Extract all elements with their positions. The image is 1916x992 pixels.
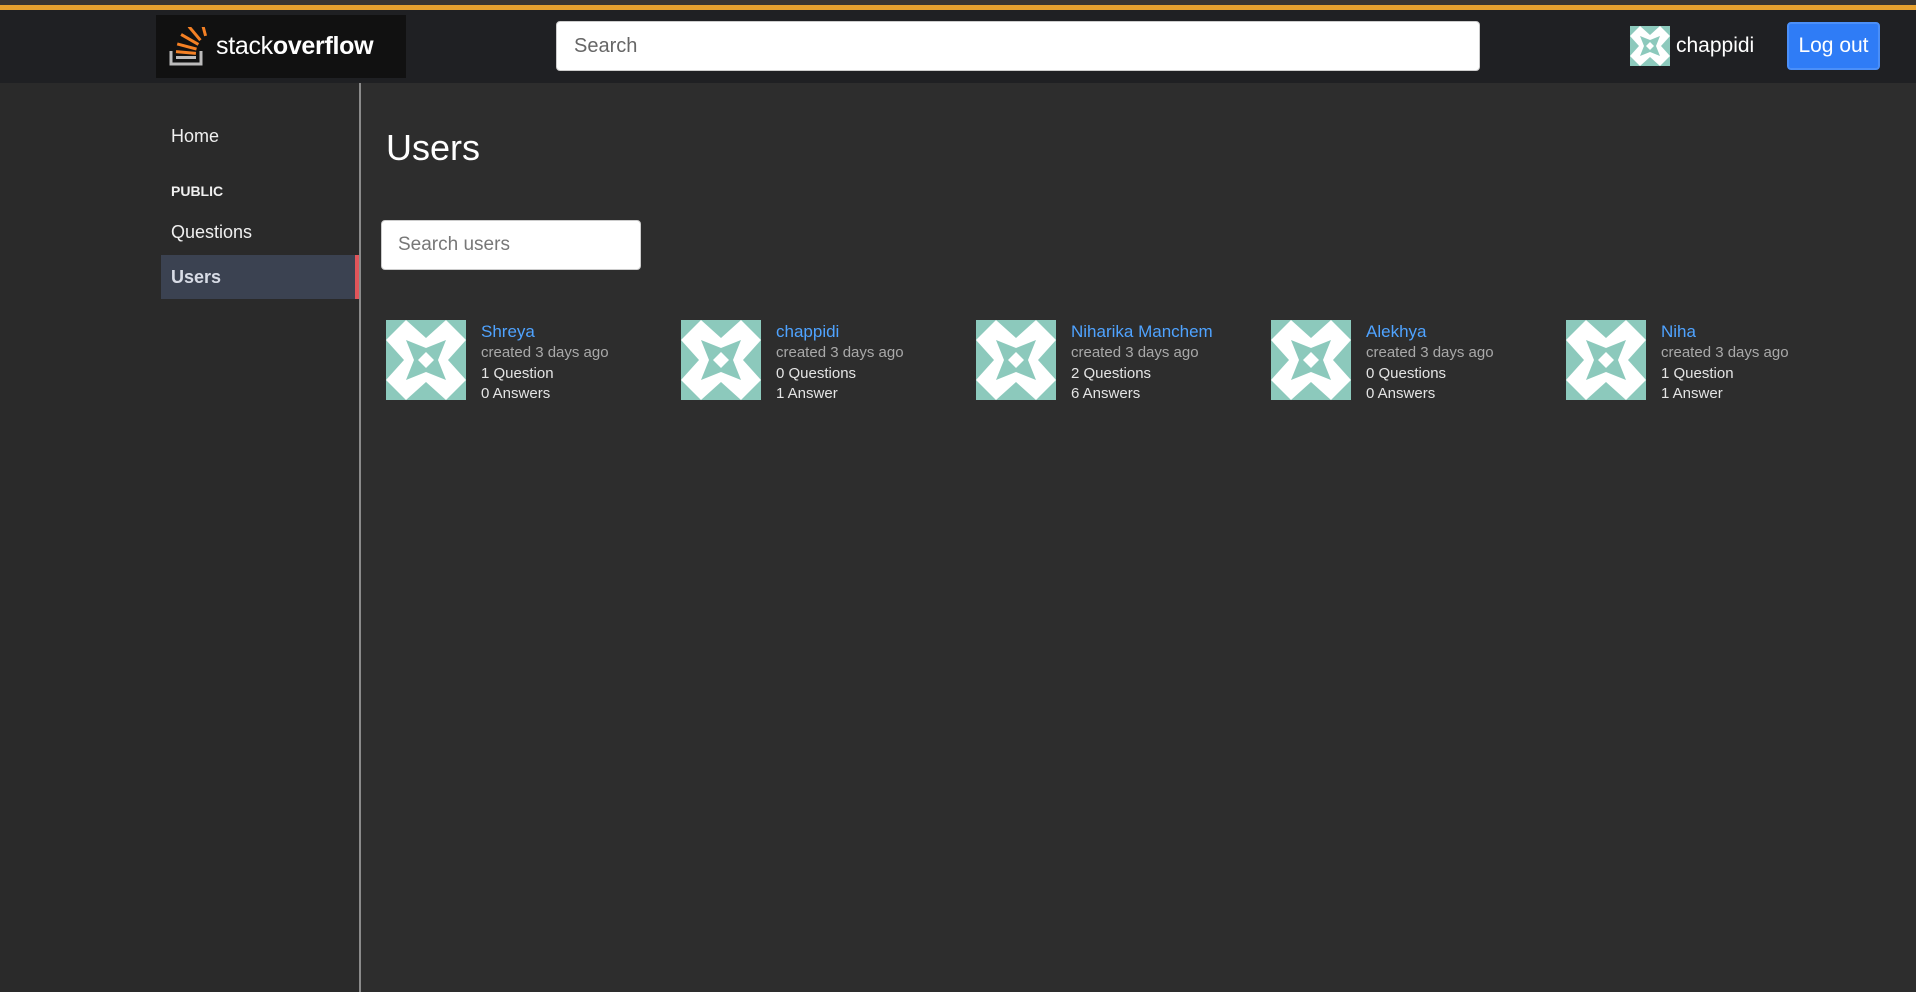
- sidebar-item-home[interactable]: Home: [171, 126, 219, 147]
- active-item-marker: [355, 255, 359, 299]
- user-name-link[interactable]: Niharika Manchem: [1071, 322, 1213, 342]
- user-question-count: 1 Question: [481, 365, 554, 382]
- user-card: Shreya created 3 days ago 1 Question 0 A…: [386, 320, 666, 402]
- user-card: Niharika Manchem created 3 days ago 2 Qu…: [976, 320, 1256, 402]
- user-avatar-icon[interactable]: [1271, 320, 1351, 400]
- stack-icon: [169, 26, 208, 65]
- user-card: Niha created 3 days ago 1 Question 1 Ans…: [1566, 320, 1846, 402]
- user-created: created 3 days ago: [1661, 344, 1789, 361]
- user-name-link[interactable]: chappidi: [776, 322, 904, 342]
- sidebar-item-users[interactable]: Users: [161, 255, 358, 299]
- user-answer-count: 0 Answers: [481, 385, 551, 402]
- user-card: Alekhya created 3 days ago 0 Questions 0…: [1271, 320, 1551, 402]
- user-avatar-icon[interactable]: [386, 320, 466, 400]
- sidebar: [0, 83, 360, 992]
- sidebar-section-public: PUBLIC: [171, 183, 224, 199]
- user-name-link[interactable]: Niha: [1661, 322, 1789, 342]
- user-answer-count: 1 Answer: [776, 385, 838, 402]
- user-name-link[interactable]: Alekhya: [1366, 322, 1494, 342]
- current-user[interactable]: chappidi: [1630, 26, 1754, 66]
- user-created: created 3 days ago: [1366, 344, 1494, 361]
- current-user-name[interactable]: chappidi: [1676, 34, 1754, 58]
- user-created: created 3 days ago: [776, 344, 904, 361]
- user-answer-count: 6 Answers: [1071, 385, 1141, 402]
- user-answer-count: 1 Answer: [1661, 385, 1723, 402]
- user-avatar-icon: [1630, 26, 1670, 66]
- page-title: Users: [386, 127, 481, 168]
- sidebar-item-questions[interactable]: Questions: [171, 222, 252, 243]
- user-avatar-icon[interactable]: [976, 320, 1056, 400]
- sidebar-divider: [359, 83, 361, 992]
- user-created: created 3 days ago: [481, 344, 609, 361]
- user-avatar-icon[interactable]: [681, 320, 761, 400]
- users-grid: Shreya created 3 days ago 1 Question 0 A…: [386, 320, 1886, 410]
- global-search-input[interactable]: [556, 21, 1480, 71]
- user-question-count: 0 Questions: [776, 365, 857, 382]
- top-bar: stackoverflow chappidi Log out: [0, 10, 1916, 83]
- logo-text: stackoverflow: [216, 32, 374, 60]
- user-question-count: 0 Questions: [1366, 365, 1447, 382]
- search-users-input[interactable]: [381, 220, 641, 270]
- logout-button[interactable]: Log out: [1787, 22, 1880, 70]
- user-question-count: 1 Question: [1661, 365, 1734, 382]
- user-card: chappidi created 3 days ago 0 Questions …: [681, 320, 961, 402]
- top-accent-stripe: [0, 0, 1916, 10]
- stackoverflow-logo[interactable]: stackoverflow: [156, 15, 406, 78]
- user-name-link[interactable]: Shreya: [481, 322, 609, 342]
- user-avatar-icon[interactable]: [1566, 320, 1646, 400]
- user-question-count: 2 Questions: [1071, 365, 1152, 382]
- user-created: created 3 days ago: [1071, 344, 1199, 361]
- user-answer-count: 0 Answers: [1366, 385, 1436, 402]
